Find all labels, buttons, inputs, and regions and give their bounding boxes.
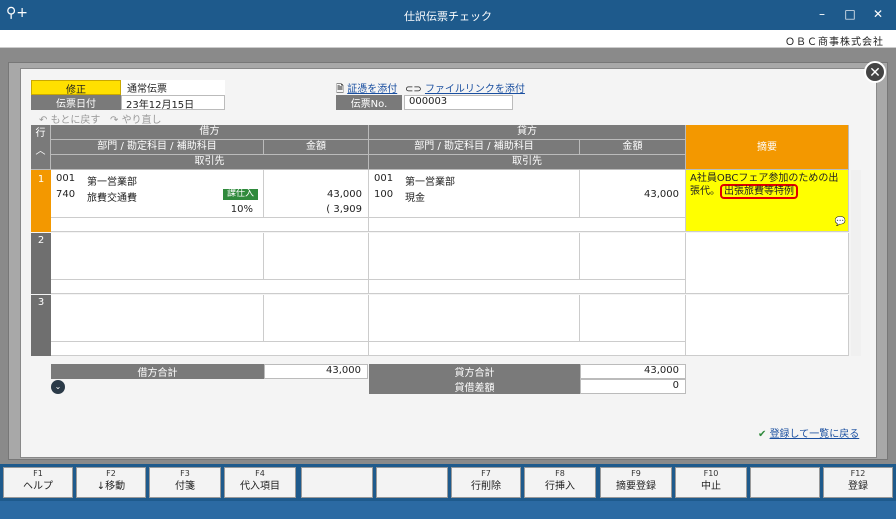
debit-total-value: 43,000 <box>264 364 368 379</box>
diff-label: 貸借差額 <box>369 379 580 394</box>
credit-partner-header: 取引先 <box>369 155 686 170</box>
company-name: ＯＢＣ商事株式会社 <box>785 37 884 48</box>
memo-cell[interactable] <box>686 295 849 356</box>
minimize-button[interactable]: – <box>812 7 832 21</box>
f1-help-button[interactable]: F1 ヘルプ <box>3 467 73 498</box>
debit-account-cell[interactable]: 001 第一営業部 740 旅費交通費 課仕入 10% <box>51 170 264 218</box>
memo-highlight: 出張旅費等特例 <box>720 184 798 199</box>
f4-substitute-button[interactable]: F4 代入項目 <box>224 467 296 498</box>
close-window-button[interactable]: ✕ <box>868 7 888 21</box>
f8-insert-row-button[interactable]: F8 行挿入 <box>524 467 596 498</box>
credit-account-header: 部門 / 勘定科目 / 補助科目 <box>369 140 580 155</box>
memo-cell[interactable]: A社員OBCフェア参加のための出張代。 出張旅費等特例 💬 <box>686 170 849 232</box>
link-icon: ⊂⊃ <box>405 84 425 95</box>
document-icon: 🗎 <box>336 84 348 95</box>
row-number[interactable]: 2 <box>31 233 51 294</box>
credit-amount-cell[interactable] <box>580 295 686 342</box>
f2-move-button[interactable]: F2 ↓移動 <box>76 467 146 498</box>
memo-header: 摘要 <box>686 125 849 170</box>
debit-partner-header: 取引先 <box>51 155 369 170</box>
f12-register-button[interactable]: F12 登録 <box>823 467 893 498</box>
function-key-bar: F1 ヘルプ F2 ↓移動 F3 付箋 F4 代入項目 F7 行削除 F8 行挿入 F9 摘要… <box>0 464 896 501</box>
chevron-up-icon[interactable]: ︿ <box>36 146 46 157</box>
debit-partner-cell[interactable] <box>51 280 369 294</box>
voucher-type[interactable]: 通常伝票 <box>121 80 225 95</box>
maximize-button[interactable]: □ <box>840 7 860 21</box>
register-return-button[interactable]: ✔ 登録して一覧に戻る <box>758 425 859 440</box>
debit-partner-cell[interactable] <box>51 218 369 232</box>
credit-partner-cell[interactable] <box>369 280 686 294</box>
debit-header: 借方 <box>51 125 369 140</box>
expand-down-icon[interactable]: ⌄ <box>51 380 65 394</box>
debit-amount-header: 金額 <box>264 140 369 155</box>
row-number[interactable]: 3 <box>31 295 51 356</box>
row-number[interactable]: 1 <box>31 170 51 232</box>
credit-account-cell[interactable] <box>369 295 580 342</box>
credit-total-label: 貸方合計 <box>369 364 580 379</box>
f9-memo-register-button[interactable]: F9 摘要登録 <box>600 467 672 498</box>
mode-badge: 修正 <box>31 80 121 96</box>
memo-cell[interactable] <box>686 233 849 294</box>
row-header: 行 ︿ <box>31 125 51 170</box>
f10-cancel-button[interactable]: F10 中止 <box>675 467 747 498</box>
check-circle-icon: ✔ <box>758 429 770 440</box>
date-label: 伝票日付 <box>31 95 121 110</box>
credit-account-cell[interactable]: 001 第一営業部 100 現金 <box>369 170 580 218</box>
diff-value: 0 <box>580 379 686 394</box>
voucher-no-label: 伝票No. <box>336 95 402 110</box>
f7-delete-row-button[interactable]: F7 行削除 <box>451 467 521 498</box>
f5-empty-button[interactable] <box>301 467 373 498</box>
debit-amount-cell[interactable]: 43,000 ( 3,909 <box>264 170 369 218</box>
credit-partner-cell[interactable] <box>369 342 686 356</box>
credit-account-cell[interactable] <box>369 233 580 280</box>
tax-tag: 課仕入 <box>223 189 259 200</box>
undo-button[interactable]: ↶ もとに戻す <box>39 111 100 126</box>
f3-sticky-button[interactable]: F3 付箋 <box>149 467 221 498</box>
date-field[interactable]: 23年12月15日 <box>121 95 225 111</box>
debit-total-label: 借方合計 <box>51 364 264 379</box>
comment-icon[interactable]: 💬 <box>835 216 846 229</box>
title-bar: ⚲+ 仕訳伝票チェック – □ ✕ <box>0 0 896 30</box>
f11-empty-button[interactable] <box>750 467 820 498</box>
credit-total-value: 43,000 <box>580 364 686 379</box>
company-bar: ＯＢＣ商事株式会社 <box>0 30 896 48</box>
redo-button[interactable]: ↷ やり直し <box>110 111 162 126</box>
credit-amount-cell[interactable]: 43,000 <box>580 170 686 218</box>
debit-account-cell[interactable] <box>51 295 264 342</box>
credit-header: 貸方 <box>369 125 686 140</box>
debit-amount-cell[interactable] <box>264 295 369 342</box>
debit-partner-cell[interactable] <box>51 342 369 356</box>
credit-partner-cell[interactable] <box>369 218 686 232</box>
f6-empty-button[interactable] <box>376 467 448 498</box>
credit-amount-header: 金額 <box>580 140 686 155</box>
debit-account-cell[interactable] <box>51 233 264 280</box>
credit-amount-cell[interactable] <box>580 233 686 280</box>
close-dialog-icon[interactable]: ✕ <box>864 61 886 83</box>
debit-amount-cell[interactable] <box>264 233 369 280</box>
status-bar <box>0 501 896 519</box>
grid-scrollbar[interactable] <box>851 170 861 356</box>
window-title: 仕訳伝票チェック <box>404 10 492 23</box>
voucher-no-field[interactable]: 000003 <box>404 95 513 110</box>
attach-link-button[interactable]: ⊂⊃ ファイルリンクを添付 <box>405 80 525 95</box>
debit-account-header: 部門 / 勘定科目 / 補助科目 <box>51 140 264 155</box>
